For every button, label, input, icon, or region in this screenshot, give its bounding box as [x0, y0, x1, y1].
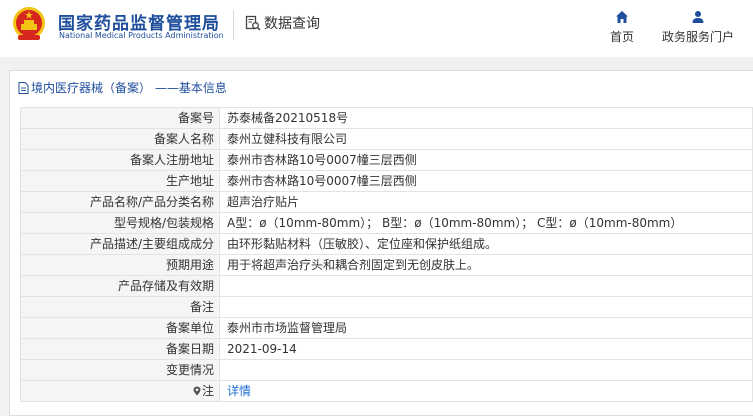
field-value: 泰州市杏林路10号0007幢三层西侧 [219, 149, 753, 171]
field-label: 备案单位 [20, 317, 220, 339]
table-row: 备案号 苏泰械备20210518号 [20, 107, 753, 129]
field-value: 泰州立健科技有限公司 [219, 128, 753, 150]
table-row: 产品描述/主要组成成分 由环形黏贴材料（压敏胶）、定位座和保护纸组成。 [20, 233, 753, 255]
field-label: 生产地址 [20, 170, 220, 192]
field-label: 型号规格/包装规格 [20, 212, 220, 234]
field-value: 由环形黏贴材料（压敏胶）、定位座和保护纸组成。 [219, 233, 753, 255]
field-label: 产品存储及有效期 [20, 275, 220, 297]
site-subtitle: National Medical Products Administration [59, 31, 224, 40]
field-value: 详情 [219, 380, 753, 402]
field-value: 用于将超声治疗头和耦合剂固定到无创皮肤上。 [219, 254, 753, 276]
field-value: A型：ø（10mm-80mm）； B型：ø（10mm-80mm）； C型：ø（1… [219, 212, 753, 234]
field-value: 泰州市杏林路10号0007幢三层西侧 [219, 170, 753, 192]
document-icon [18, 81, 29, 94]
field-label: 注 [201, 384, 214, 398]
details-link[interactable]: 详情 [227, 384, 251, 398]
field-label: 备案人名称 [20, 128, 220, 150]
home-icon [616, 11, 628, 23]
field-label: 备案号 [20, 107, 220, 129]
data-query-label: 数据查询 [264, 16, 320, 32]
field-label: 变更情况 [20, 359, 220, 381]
record-table: 备案号 苏泰械备20210518号 备案人名称 泰州立健科技有限公司 备案人注册… [20, 107, 753, 402]
field-label: 备案日期 [20, 338, 220, 360]
note-label-cell: 注 [20, 380, 220, 402]
field-label: 产品名称/产品分类名称 [20, 191, 220, 213]
table-row: 备案人名称 泰州立健科技有限公司 [20, 128, 753, 150]
table-row: 备案日期 2021-09-14 [20, 338, 753, 360]
field-value: 2021-09-14 [219, 338, 753, 360]
field-value: 超声治疗贴片 [219, 191, 753, 213]
table-row: 型号规格/包装规格 A型：ø（10mm-80mm）； B型：ø（10mm-80m… [20, 212, 753, 234]
table-row: 变更情况 [20, 359, 753, 381]
field-value [219, 359, 753, 381]
table-row: 备注 [20, 296, 753, 318]
user-icon [692, 11, 704, 23]
detail-panel: 境内医疗器械（备案） ——基本信息 备案号 苏泰械备20210518号 备案人名… [9, 70, 753, 416]
table-row: 注 详情 [20, 380, 753, 402]
field-label: 预期用途 [20, 254, 220, 276]
nav-home[interactable]: 首页 [608, 10, 636, 45]
field-value [219, 275, 753, 297]
table-row: 产品存储及有效期 [20, 275, 753, 297]
nav-home-label: 首页 [609, 30, 634, 44]
table-row: 生产地址 泰州市杏林路10号0007幢三层西侧 [20, 170, 753, 192]
site-header: 国家药品监督管理局 National Medical Products Admi… [0, 0, 753, 57]
field-value: 苏泰械备20210518号 [219, 107, 753, 129]
field-label: 产品描述/主要组成成分 [20, 233, 220, 255]
field-value [219, 296, 753, 318]
location-pin-icon [193, 386, 201, 396]
panel-title-text: 境内医疗器械（备案） ——基本信息 [31, 81, 227, 95]
data-query-link[interactable]: 数据查询 [245, 13, 320, 33]
field-label: 备注 [20, 296, 220, 318]
field-value: 泰州市市场监督管理局 [219, 317, 753, 339]
table-row: 备案单位 泰州市市场监督管理局 [20, 317, 753, 339]
national-emblem-icon [13, 7, 45, 40]
panel-title: 境内医疗器械（备案） ——基本信息 [18, 79, 227, 96]
table-row: 备案人注册地址 泰州市杏林路10号0007幢三层西侧 [20, 149, 753, 171]
nav-portal-label: 政务服务门户 [661, 30, 734, 44]
header-divider [233, 10, 234, 40]
field-label: 备案人注册地址 [20, 149, 220, 171]
table-row: 产品名称/产品分类名称 超声治疗贴片 [20, 191, 753, 213]
document-search-icon [245, 15, 261, 31]
nav-service-portal[interactable]: 政务服务门户 [660, 10, 736, 45]
table-row: 预期用途 用于将超声治疗头和耦合剂固定到无创皮肤上。 [20, 254, 753, 276]
